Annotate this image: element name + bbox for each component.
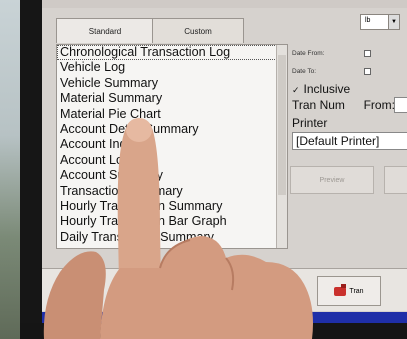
date-from-checkbox[interactable] [364,50,371,57]
tran-num-label: Tran Num [292,98,345,112]
list-item[interactable]: Vehicle Log [57,60,287,75]
tab-custom[interactable]: Custom [152,18,244,43]
scrollbar-thumb[interactable] [278,55,286,195]
units-dropdown-value: lb [365,17,371,24]
printer-label: Printer [292,116,328,130]
list-item[interactable]: Hourly Transaction Bar Graph [57,214,287,229]
chevron-down-icon[interactable]: ▼ [388,15,399,29]
tab-standard-label: Standard [88,26,122,36]
list-item[interactable]: Account Summary [57,168,287,183]
list-item[interactable]: Daily Transaction Summary [57,230,287,245]
list-scrollbar[interactable] [276,45,287,248]
list-item[interactable]: Account Detail Summary [57,122,287,137]
monitor-bezel [20,0,42,339]
preview-button[interactable]: Preview [290,166,374,194]
list-item[interactable]: Account Inquiry [57,137,287,152]
truck-icon [334,283,347,296]
units-dropdown[interactable]: lb ▼ [360,14,400,30]
tab-custom-label: Custom [184,26,212,36]
preview-label: Preview [319,176,345,184]
checkmark-icon: ✓ [292,85,300,95]
date-to-checkbox[interactable] [364,68,371,75]
printer-value: [Default Printer] [296,134,380,148]
list-item[interactable]: Material Pie Chart [57,107,287,122]
tran-from-field[interactable] [394,97,407,113]
tran-from-label: From: [363,98,395,112]
screen-top-strip [42,0,407,8]
background-wall [0,0,20,339]
tab-standard[interactable]: Standard [56,18,154,43]
report-list[interactable]: Chronological Transaction Log Vehicle Lo… [56,44,288,249]
tran-button[interactable]: Tran [317,276,381,306]
photo-scene: Standard Custom Chronological Transactio… [0,0,407,339]
list-item[interactable]: Material Summary [57,91,287,106]
list-item[interactable]: Transaction Summary [57,184,287,199]
monitor-screen: Standard Custom Chronological Transactio… [42,0,407,323]
date-to-label: Date To: [292,68,317,75]
inclusive-label: Inclusive [303,82,351,96]
inclusive-option[interactable]: ✓ Inclusive [292,82,350,96]
tran-button-label: Tran [349,287,364,295]
list-item[interactable]: Hourly Transaction Summary [57,199,287,214]
list-item[interactable]: Account Log [57,153,287,168]
monitor-bezel-bottom [20,323,407,339]
status-bar [42,312,407,323]
printer-select[interactable]: [Default Printer] [292,132,407,150]
date-from-label: Date From: [292,50,325,57]
secondary-button[interactable] [384,166,407,194]
list-item[interactable]: Vehicle Summary [57,76,287,91]
list-item[interactable]: Chronological Transaction Log [57,45,287,61]
tran-num-row: Tran Num From: [292,98,395,112]
